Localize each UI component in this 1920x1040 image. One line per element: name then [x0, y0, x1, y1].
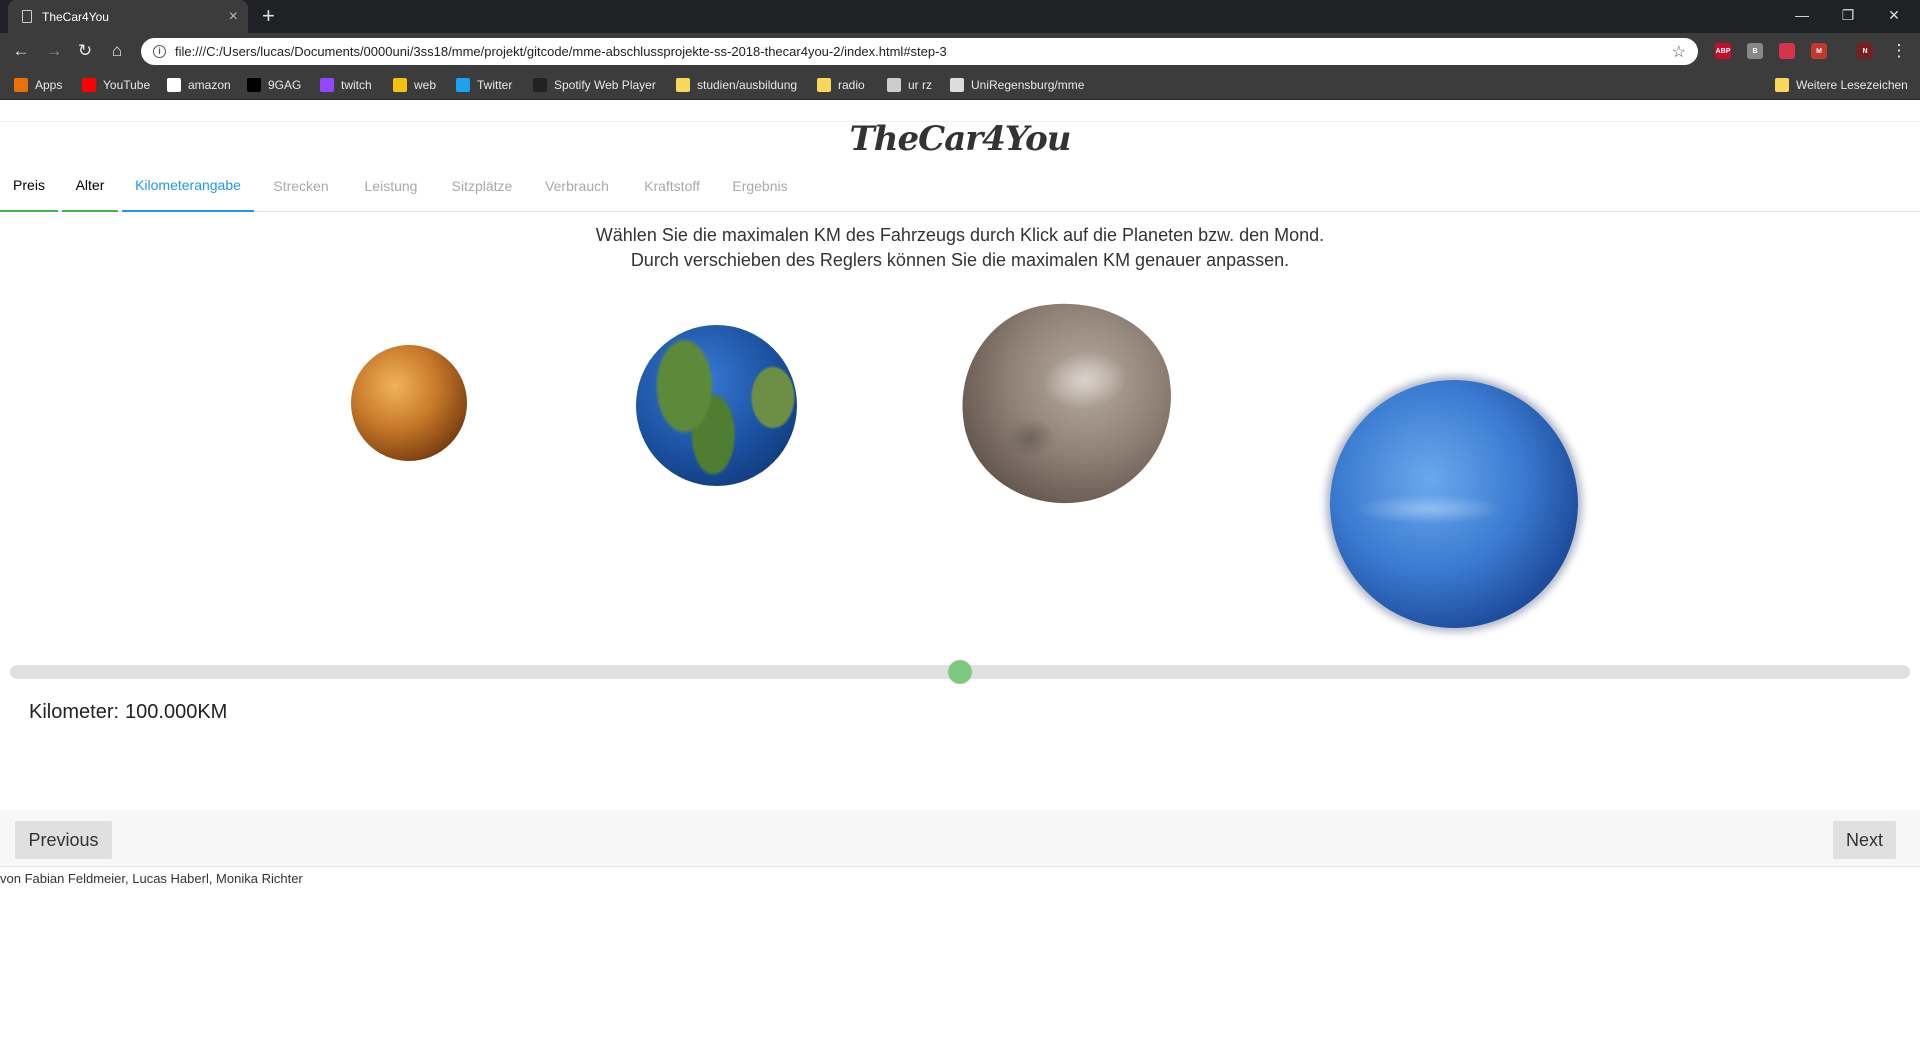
tab-title: TheCar4You — [42, 9, 109, 24]
spotify-icon — [533, 78, 547, 92]
document-icon — [22, 10, 32, 23]
bookmarks-bar: Apps YouTube amazon 9GAG twitch web Twitter Spo… — [0, 70, 1920, 100]
bookmark-studien-ausbildung[interactable]: studien/ausbildung — [676, 77, 797, 93]
app-logo: TheCar4You — [849, 119, 1071, 159]
menu-kebab-icon[interactable]: ⋮ — [1888, 40, 1910, 62]
step-navigation: Preis Alter Kilometerangabe Strecken Leistun… — [0, 159, 1920, 212]
bookmark-apps[interactable]: Apps — [14, 77, 62, 93]
credits: von Fabian Feldmeier, Lucas Haberl, Moni… — [0, 871, 303, 886]
step-tab-alter[interactable]: Alter — [62, 159, 118, 212]
step-tab-strecken[interactable]: Strecken — [258, 159, 344, 212]
slider-thumb[interactable] — [948, 660, 972, 684]
bookmark-9gag[interactable]: 9GAG — [247, 77, 301, 93]
minimize-button[interactable]: — — [1779, 0, 1825, 30]
web-icon — [393, 78, 407, 92]
bookmark-ur-rz[interactable]: ur rz — [887, 77, 932, 93]
bookmark-youtube[interactable]: YouTube — [82, 77, 150, 93]
amazon-icon — [167, 78, 181, 92]
apps-grid-icon — [14, 78, 28, 92]
step-tab-kilometerangabe[interactable]: Kilometerangabe — [122, 159, 254, 212]
extension-icon[interactable]: ABP — [1715, 43, 1731, 59]
km-value: 100.000KM — [125, 701, 228, 723]
forward-button[interactable]: → — [43, 40, 65, 62]
earth-planet[interactable] — [636, 325, 797, 486]
info-icon[interactable]: i — [153, 45, 166, 58]
page-icon — [887, 78, 901, 92]
instruction-line-2: Durch verschieben des Reglers können Sie… — [630, 250, 1290, 270]
bookmark-label: amazon — [188, 78, 231, 92]
browser-toolbar: ← → ↻ ⌂ i file:///C:/Users/lucas/Documen… — [0, 33, 1920, 70]
folder-icon — [1775, 78, 1789, 92]
bookmark-radio[interactable]: radio — [817, 77, 865, 93]
close-window-button[interactable]: ✕ — [1871, 0, 1917, 30]
extension-icon[interactable]: B — [1747, 43, 1763, 59]
instruction-text: Wählen Sie die maximalen KM des Fahrzeug… — [0, 223, 1920, 273]
github-icon — [950, 78, 964, 92]
9gag-icon — [247, 78, 261, 92]
km-slider[interactable] — [10, 660, 1910, 684]
folder-icon — [817, 78, 831, 92]
bookmark-amazon[interactable]: amazon — [167, 77, 231, 93]
step-tab-kraftstoff[interactable]: Kraftstoff — [628, 159, 716, 212]
bookmark-star-icon[interactable]: ☆ — [1672, 42, 1686, 62]
address-bar[interactable]: i file:///C:/Users/lucas/Documents/0000u… — [141, 38, 1698, 65]
bookmark-label: twitch — [341, 78, 372, 92]
bookmark-label: 9GAG — [268, 78, 302, 92]
extension-icon[interactable] — [1779, 43, 1795, 59]
twitter-icon — [456, 78, 470, 92]
url-text: file:///C:/Users/lucas/Documents/0000uni… — [175, 44, 947, 59]
km-readout: Kilometer: 100.000KM — [29, 701, 227, 724]
browser-tab[interactable]: TheCar4You × — [8, 0, 248, 33]
instruction-line-1: Wählen Sie die maximalen KM des Fahrzeug… — [595, 225, 1325, 245]
close-tab-icon[interactable]: × — [229, 8, 238, 25]
bookmark-twitter[interactable]: Twitter — [456, 77, 512, 93]
neptune-planet[interactable] — [1330, 380, 1578, 628]
step-tab-sitzplätze[interactable]: Sitzplätze — [438, 159, 526, 212]
venus-planet[interactable] — [351, 345, 467, 461]
bookmark-label: studien/ausbildung — [697, 78, 798, 92]
other-bookmarks[interactable]: Weitere Lesezeichen — [1775, 77, 1908, 93]
bookmark-label: YouTube — [103, 78, 151, 92]
step-tab-ergebnis[interactable]: Ergebnis — [720, 159, 800, 212]
wizard-footer: Previous Next — [0, 810, 1920, 867]
bookmark-spotify-web-player[interactable]: Spotify Web Player — [533, 77, 656, 93]
youtube-icon — [82, 78, 96, 92]
bookmark-label: web — [414, 78, 437, 92]
restore-button[interactable]: ❐ — [1825, 0, 1871, 30]
km-label: Kilometer: — [29, 701, 120, 723]
bookmark-web[interactable]: web — [393, 77, 436, 93]
bookmark-label: UniRegensburg/mme — [971, 78, 1085, 92]
bookmark-label: ur rz — [908, 78, 932, 92]
other-bookmarks-label: Weitere Lesezeichen — [1796, 78, 1908, 92]
twitch-icon — [320, 78, 334, 92]
new-tab-button[interactable]: + — [262, 5, 275, 27]
extension-icon[interactable]: N — [1857, 43, 1873, 59]
bookmark-label: Spotify Web Player — [554, 78, 656, 92]
extension-icon[interactable]: M — [1811, 43, 1827, 59]
home-button[interactable]: ⌂ — [106, 40, 128, 62]
bookmark-label: Twitter — [477, 78, 513, 92]
step-tab-preis[interactable]: Preis — [0, 159, 58, 212]
step-tab-verbrauch[interactable]: Verbrauch — [530, 159, 624, 212]
back-button[interactable]: ← — [10, 40, 32, 62]
bookmark-twitch[interactable]: twitch — [320, 77, 372, 93]
browser-tab-bar: TheCar4You × + — ❐ ✕ — [0, 0, 1920, 33]
next-button[interactable]: Next — [1833, 821, 1896, 859]
bookmark-label: Apps — [35, 78, 63, 92]
bookmark-label: radio — [838, 78, 865, 92]
step-tab-leistung[interactable]: Leistung — [348, 159, 434, 212]
reload-button[interactable]: ↻ — [74, 40, 96, 62]
previous-button[interactable]: Previous — [15, 821, 112, 859]
page-content: TheCar4You Preis Alter Kilometerangabe Stre… — [0, 101, 1920, 1040]
folder-icon — [676, 78, 690, 92]
bookmark-uniregensburg-mme[interactable]: UniRegensburg/mme — [950, 77, 1084, 93]
